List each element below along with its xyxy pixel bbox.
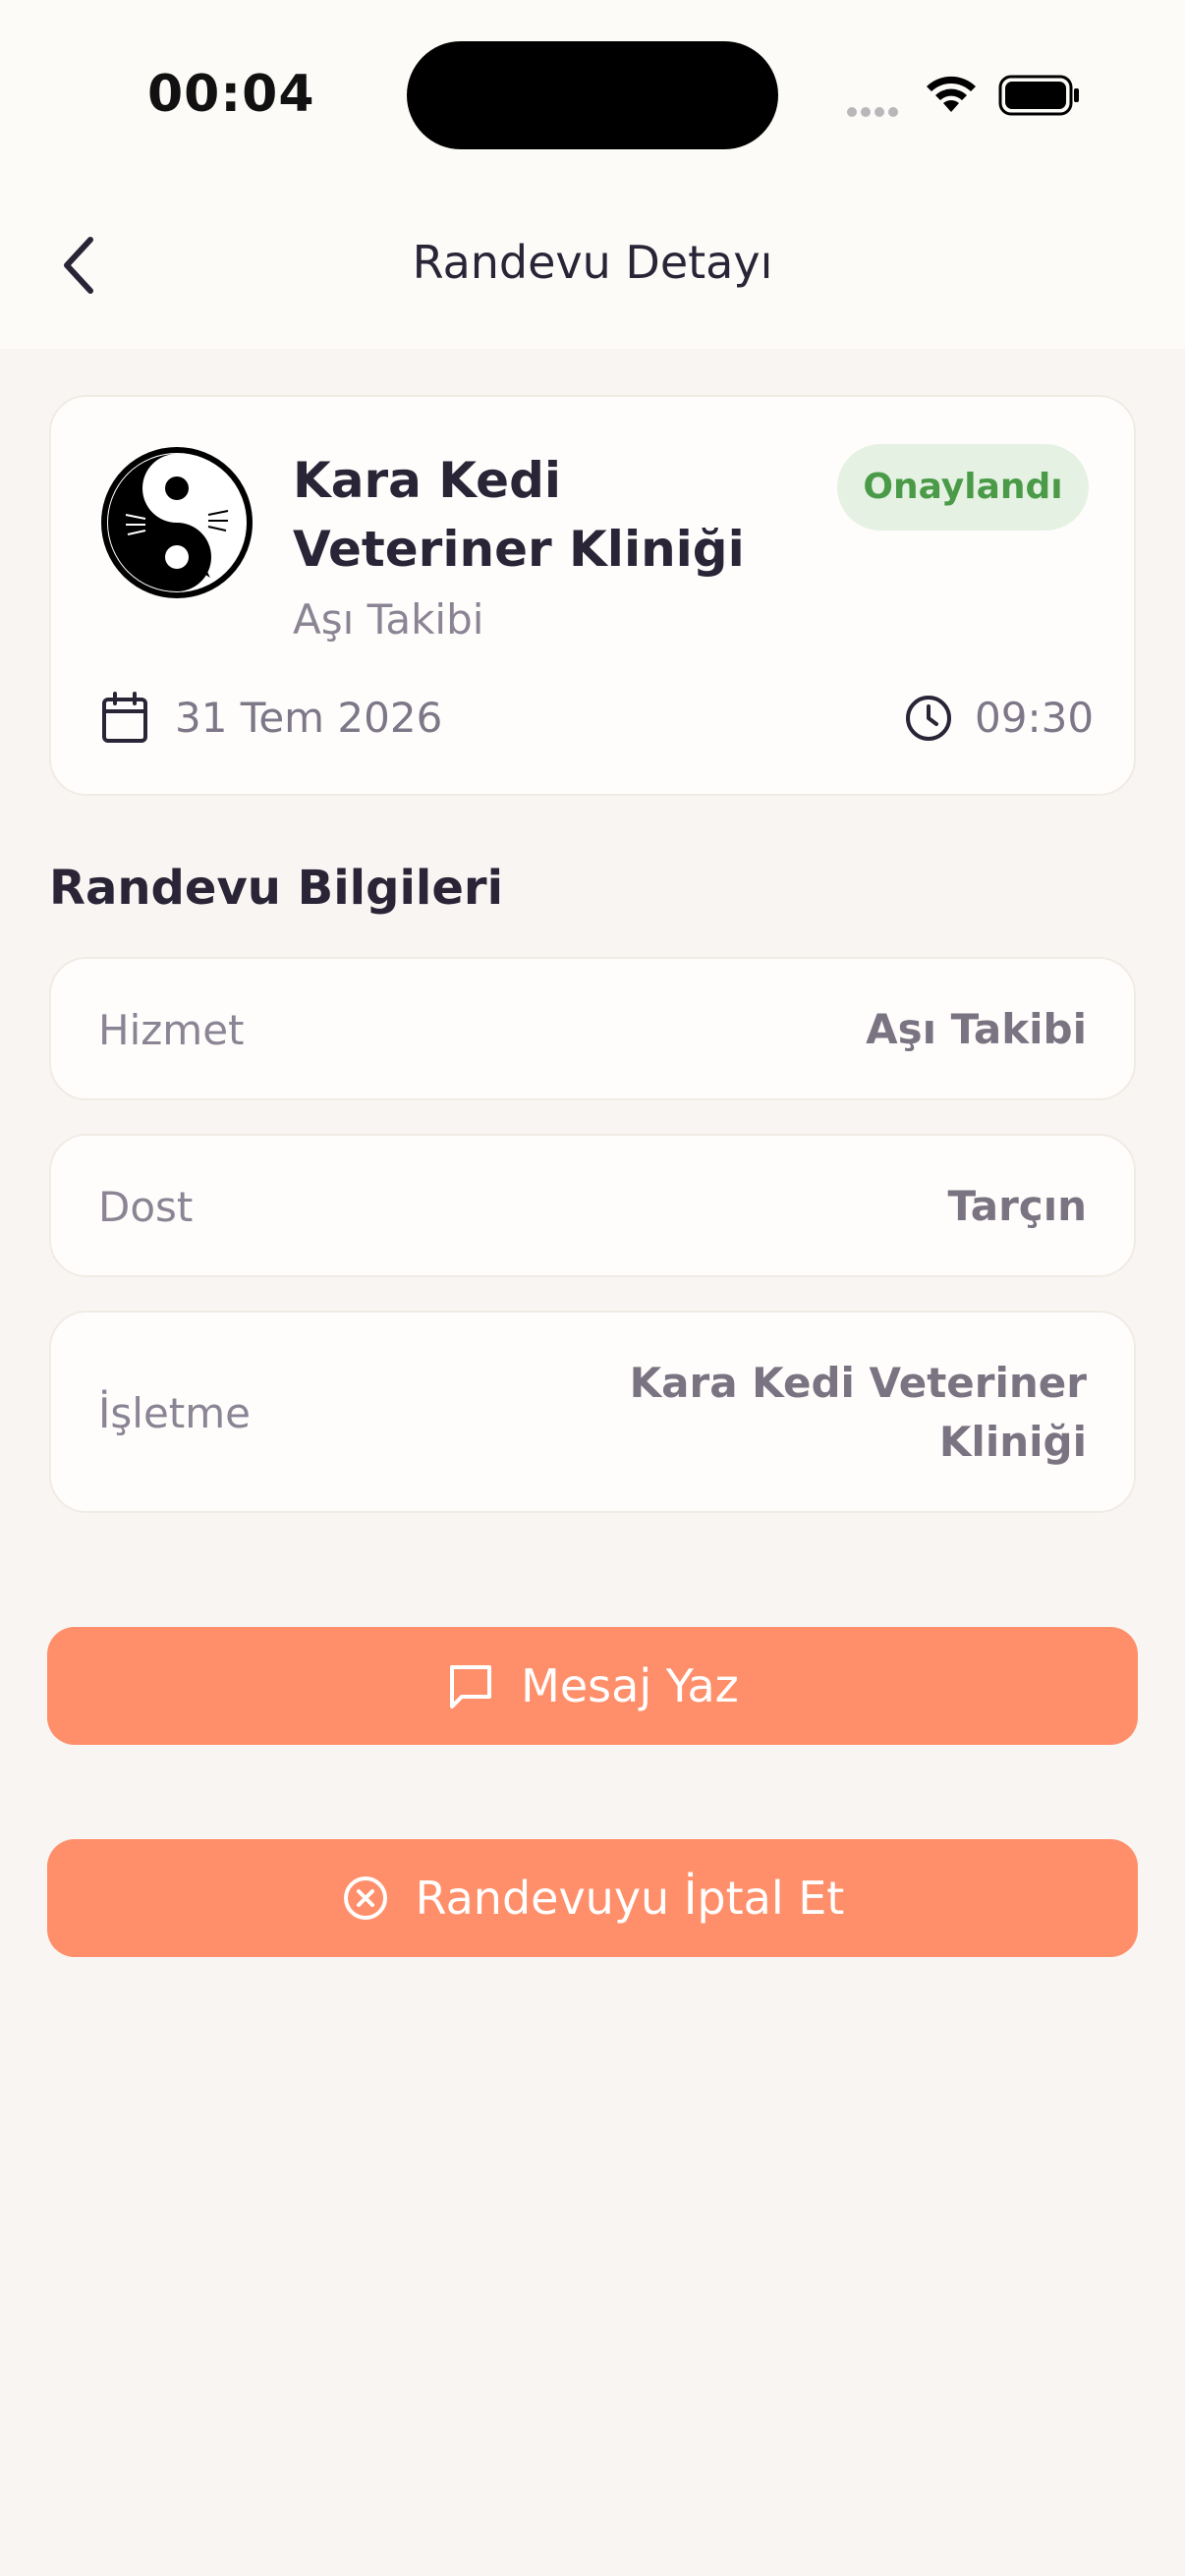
cancel-appointment-button[interactable]: Randevuyu İptal Et bbox=[47, 1839, 1138, 1957]
wifi-icon bbox=[924, 73, 979, 118]
section-title: Randevu Bilgileri bbox=[49, 861, 504, 916]
dynamic-island bbox=[407, 41, 778, 149]
info-row-service: Hizmet Aşı Takibi bbox=[49, 957, 1136, 1100]
navigation-bar: Randevu Detayı bbox=[0, 187, 1185, 349]
info-label: Dost bbox=[98, 1183, 194, 1231]
info-row-pet: Dost Tarçın bbox=[49, 1134, 1136, 1277]
clinic-logo bbox=[100, 446, 254, 599]
status-bar: 00:04 bbox=[0, 0, 1185, 187]
cellular-signal-icon bbox=[847, 102, 902, 121]
info-label: Hizmet bbox=[98, 1006, 245, 1054]
appointment-summary-card: Kara Kedi Veteriner Kliniği Aşı Takibi O… bbox=[49, 395, 1136, 796]
info-label: İşletme bbox=[98, 1389, 251, 1437]
info-value: Kara Kedi Veteriner Kliniği bbox=[629, 1359, 1087, 1466]
cancel-appointment-label: Randevuyu İptal Et bbox=[415, 1872, 845, 1925]
info-value: Aşı Takibi bbox=[866, 1005, 1087, 1053]
message-icon bbox=[446, 1661, 495, 1710]
appointment-time: 09:30 bbox=[975, 694, 1095, 742]
status-time: 00:04 bbox=[147, 65, 315, 124]
clinic-name: Kara Kedi Veteriner Kliniği bbox=[293, 452, 745, 578]
clock-icon bbox=[904, 694, 953, 747]
close-circle-icon bbox=[341, 1874, 390, 1923]
appointment-date: 31 Tem 2026 bbox=[175, 694, 443, 742]
battery-icon bbox=[998, 75, 1081, 120]
status-badge: Onaylandı bbox=[837, 444, 1089, 531]
info-value: Tarçın bbox=[947, 1182, 1087, 1230]
calendar-icon bbox=[100, 692, 149, 749]
send-message-label: Mesaj Yaz bbox=[521, 1659, 739, 1712]
service-subtitle: Aşı Takibi bbox=[293, 595, 484, 644]
info-row-business: İşletme Kara Kedi Veteriner Kliniği bbox=[49, 1311, 1136, 1513]
send-message-button[interactable]: Mesaj Yaz bbox=[47, 1627, 1138, 1745]
page-title: Randevu Detayı bbox=[412, 236, 773, 289]
